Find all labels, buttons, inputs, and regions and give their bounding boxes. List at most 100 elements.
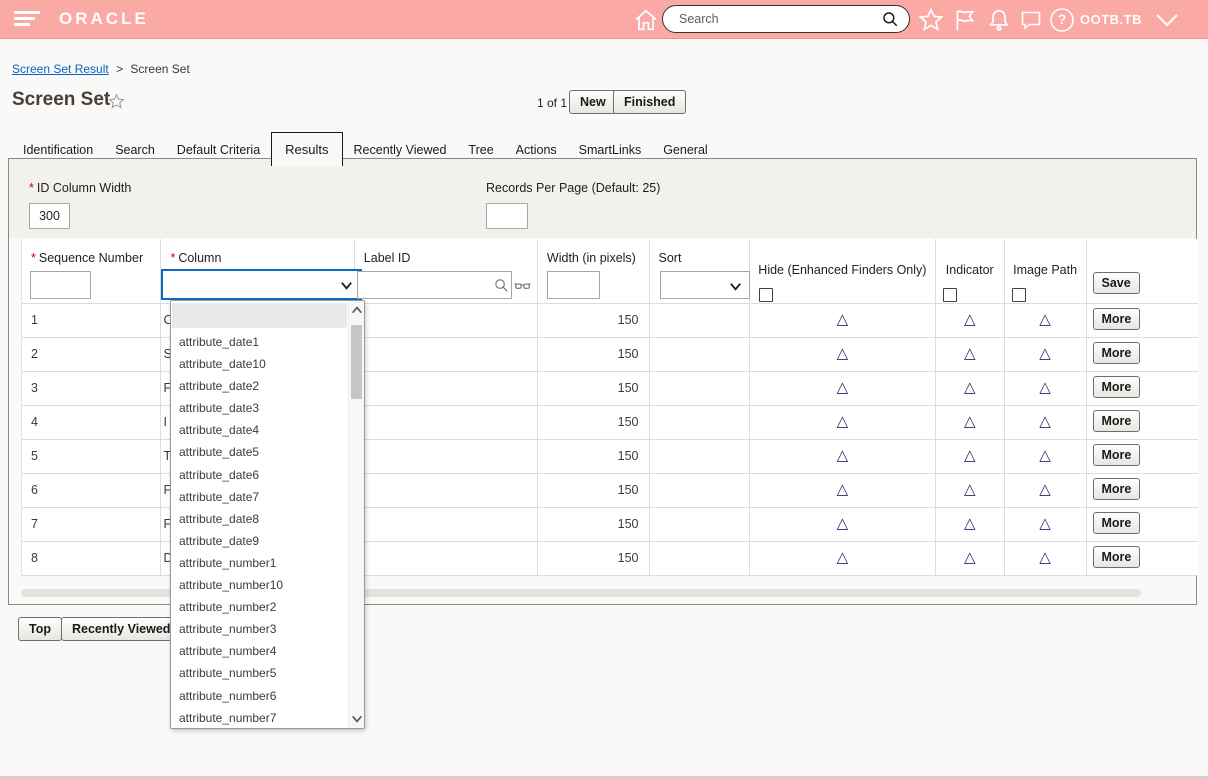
- sort-select[interactable]: [660, 271, 750, 299]
- tab-search[interactable]: Search: [104, 137, 166, 165]
- help-icon[interactable]: ?: [1049, 7, 1075, 33]
- dropdown-option[interactable]: attribute_number10: [171, 574, 348, 596]
- sequence-cell[interactable]: 5: [22, 440, 161, 473]
- width-cell[interactable]: 150: [538, 508, 650, 541]
- sort-cell[interactable]: [650, 440, 750, 473]
- more-button[interactable]: More: [1093, 546, 1141, 568]
- width-cell[interactable]: 150: [538, 474, 650, 507]
- more-button[interactable]: More: [1093, 342, 1141, 364]
- width-cell[interactable]: 150: [538, 304, 650, 337]
- dropdown-option[interactable]: attribute_number4: [171, 640, 348, 662]
- sequence-cell[interactable]: 4: [22, 406, 161, 439]
- scroll-up-icon[interactable]: [349, 303, 364, 319]
- width-cell[interactable]: 150: [538, 372, 650, 405]
- label-id-filter-input[interactable]: [357, 271, 512, 299]
- sequence-cell[interactable]: 2: [22, 338, 161, 371]
- tab-recently-viewed[interactable]: Recently Viewed: [343, 137, 458, 165]
- flag-icon[interactable]: [952, 7, 978, 33]
- top-button[interactable]: Top: [18, 617, 62, 641]
- recently-viewed-button[interactable]: Recently Viewed: [61, 617, 181, 641]
- dropdown-option[interactable]: attribute_date8: [171, 508, 348, 530]
- more-button[interactable]: More: [1093, 512, 1141, 534]
- eyeglasses-icon[interactable]: [514, 277, 531, 294]
- label-id-cell[interactable]: [355, 406, 538, 439]
- dropdown-option[interactable]: attribute_date2: [171, 375, 348, 397]
- dropdown-option[interactable]: attribute_date1: [171, 331, 348, 353]
- sequence-cell[interactable]: 1: [22, 304, 161, 337]
- dropdown-option[interactable]: attribute_number1: [171, 552, 348, 574]
- tab-smartlinks[interactable]: SmartLinks: [568, 137, 653, 165]
- label-id-cell[interactable]: [355, 338, 538, 371]
- home-icon[interactable]: [633, 7, 659, 33]
- more-button[interactable]: More: [1093, 410, 1141, 432]
- favorites-star-icon[interactable]: [918, 7, 944, 33]
- label-id-cell[interactable]: [355, 372, 538, 405]
- tab-default-criteria[interactable]: Default Criteria: [166, 137, 271, 165]
- sequence-cell[interactable]: 3: [22, 372, 161, 405]
- dropdown-option[interactable]: attribute_date6: [171, 464, 348, 486]
- favorite-star-icon[interactable]: [108, 93, 125, 110]
- tab-identification[interactable]: Identification: [12, 137, 104, 165]
- more-button[interactable]: More: [1093, 444, 1141, 466]
- label-id-cell[interactable]: [355, 542, 538, 575]
- sort-cell[interactable]: [650, 542, 750, 575]
- tab-actions[interactable]: Actions: [505, 137, 568, 165]
- dropdown-option-blank[interactable]: [172, 303, 347, 328]
- id-column-width-input[interactable]: [29, 203, 70, 229]
- label-id-cell[interactable]: [355, 508, 538, 541]
- more-button[interactable]: More: [1093, 376, 1141, 398]
- width-cell[interactable]: 150: [538, 440, 650, 473]
- dropdown-option[interactable]: attribute_number5: [171, 662, 348, 684]
- dropdown-option[interactable]: attribute_number3: [171, 618, 348, 640]
- sort-cell[interactable]: [650, 406, 750, 439]
- dropdown-option[interactable]: attribute_date3: [171, 397, 348, 419]
- chevron-down-icon[interactable]: [1152, 10, 1182, 30]
- sequence-cell[interactable]: 6: [22, 474, 161, 507]
- indicator-checkbox[interactable]: [943, 288, 957, 302]
- user-menu-label[interactable]: OOTB.TB: [1080, 12, 1142, 27]
- label-id-cell[interactable]: [355, 304, 538, 337]
- more-button[interactable]: More: [1093, 308, 1141, 330]
- tab-tree[interactable]: Tree: [457, 137, 504, 165]
- chat-icon[interactable]: [1019, 8, 1043, 32]
- dropdown-option[interactable]: attribute_date4: [171, 419, 348, 441]
- sort-cell[interactable]: [650, 372, 750, 405]
- breadcrumb-link[interactable]: Screen Set Result: [12, 62, 109, 76]
- scroll-down-icon[interactable]: [349, 710, 364, 726]
- sequence-number-filter-input[interactable]: [30, 271, 91, 299]
- hide-checkbox[interactable]: [759, 288, 773, 302]
- label-id-cell[interactable]: [355, 474, 538, 507]
- sort-cell[interactable]: [650, 474, 750, 507]
- dropdown-option[interactable]: attribute_number6: [171, 685, 348, 707]
- column-combobox[interactable]: [161, 269, 362, 300]
- records-per-page-input[interactable]: [486, 203, 528, 229]
- sequence-cell[interactable]: 7: [22, 508, 161, 541]
- search-icon[interactable]: [493, 277, 510, 294]
- tab-results[interactable]: Results: [271, 132, 342, 166]
- dropdown-option[interactable]: attribute_date9: [171, 530, 348, 552]
- notifications-bell-icon[interactable]: [986, 7, 1012, 33]
- finished-button[interactable]: Finished: [613, 90, 686, 114]
- image-path-checkbox[interactable]: [1012, 288, 1026, 302]
- dropdown-option[interactable]: attribute_number2: [171, 596, 348, 618]
- width-cell[interactable]: 150: [538, 542, 650, 575]
- hamburger-menu-icon[interactable]: [14, 11, 40, 28]
- width-cell[interactable]: 150: [538, 406, 650, 439]
- dropdown-scrollbar[interactable]: [348, 301, 364, 728]
- search-input[interactable]: [679, 12, 881, 26]
- label-id-cell[interactable]: [355, 440, 538, 473]
- dropdown-option[interactable]: attribute_date7: [171, 486, 348, 508]
- sequence-cell[interactable]: 8: [22, 542, 161, 575]
- width-cell[interactable]: 150: [538, 338, 650, 371]
- width-filter-input[interactable]: [547, 271, 600, 299]
- new-button[interactable]: New: [569, 90, 617, 114]
- dropdown-scrollbar-thumb[interactable]: [351, 325, 362, 399]
- search-icon[interactable]: [881, 10, 899, 28]
- dropdown-option[interactable]: attribute_date5: [171, 441, 348, 463]
- more-button[interactable]: More: [1093, 478, 1141, 500]
- dropdown-option[interactable]: attribute_date10: [171, 353, 348, 375]
- dropdown-option[interactable]: attribute_number7: [171, 707, 348, 728]
- sort-cell[interactable]: [650, 508, 750, 541]
- sort-cell[interactable]: [650, 304, 750, 337]
- sort-cell[interactable]: [650, 338, 750, 371]
